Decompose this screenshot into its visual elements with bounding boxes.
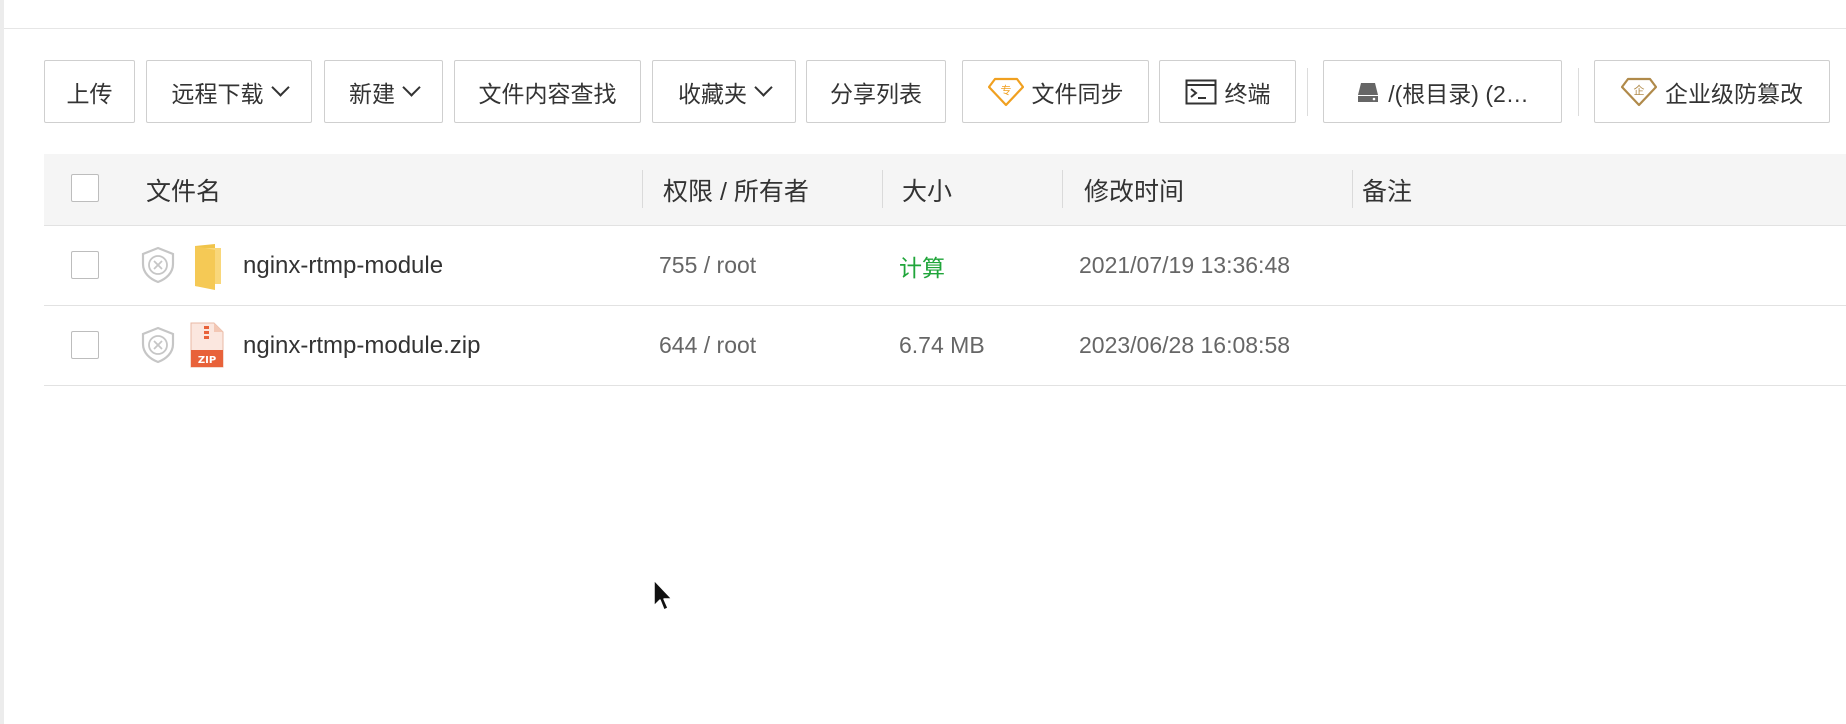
file-sync-button[interactable]: 专 文件同步: [962, 60, 1149, 123]
upload-label: 上传: [66, 80, 113, 107]
left-border: [0, 0, 4, 724]
pro-badge-text: 专: [1000, 83, 1011, 97]
top-divider: [4, 28, 1846, 29]
toolbar-divider: [1578, 68, 1579, 116]
disk-label: /(根目录) (2…: [1388, 80, 1529, 107]
mouse-cursor-icon: [652, 578, 676, 619]
file-perm-owner[interactable]: 644 / root: [659, 306, 756, 385]
share-list-button[interactable]: 分享列表: [806, 60, 946, 123]
file-table: 文件名 权限 / 所有者 大小 修改时间 备注 nginx-rtmp-modul…: [44, 154, 1846, 386]
new-button[interactable]: 新建: [324, 60, 443, 123]
select-all-checkbox[interactable]: [71, 174, 99, 202]
shield-unprotected-icon[interactable]: [140, 326, 176, 369]
chevron-down-icon: [270, 78, 290, 97]
column-header-remark: 备注: [1362, 177, 1413, 206]
file-size-calc-link[interactable]: 计算: [899, 226, 945, 305]
shield-unprotected-icon[interactable]: [140, 246, 176, 289]
new-label: 新建: [349, 80, 395, 107]
terminal-button[interactable]: 终端: [1159, 60, 1296, 123]
table-row[interactable]: nginx-rtmp-module 755 / root 计算 2021/07/…: [44, 226, 1846, 306]
file-size: 6.74 MB: [899, 332, 985, 358]
favorites-button[interactable]: 收藏夹: [652, 60, 796, 123]
file-perm-owner[interactable]: 755 / root: [659, 226, 756, 305]
favorites-label: 收藏夹: [678, 80, 747, 107]
disk-icon: [1356, 80, 1380, 104]
content-search-button[interactable]: 文件内容查找: [454, 60, 641, 123]
zip-icon-label: ZIP: [198, 355, 216, 366]
share-list-label: 分享列表: [830, 80, 922, 107]
remote-download-label: 远程下载: [171, 80, 264, 107]
content-search-label: 文件内容查找: [478, 80, 617, 107]
file-mtime: 2021/07/19 13:36:48: [1079, 252, 1291, 278]
tamper-proof-button[interactable]: 企 企业级防篡改: [1594, 60, 1830, 123]
tamper-proof-label: 企业级防篡改: [1665, 80, 1803, 107]
column-header-name[interactable]: 文件名: [146, 154, 221, 225]
table-header: 文件名 权限 / 所有者 大小 修改时间 备注: [44, 154, 1846, 226]
column-divider: [1062, 170, 1063, 208]
column-header-mtime[interactable]: 修改时间: [1084, 154, 1184, 225]
terminal-label: 终端: [1224, 80, 1271, 107]
chevron-down-icon: [402, 78, 421, 97]
row-checkbox[interactable]: [71, 331, 99, 359]
column-divider: [642, 170, 643, 208]
table-row[interactable]: ZIP nginx-rtmp-module.zip 644 / root 6.7…: [44, 306, 1846, 386]
column-header-size[interactable]: 大小: [902, 154, 952, 225]
file-sync-label: 文件同步: [1031, 80, 1124, 107]
toolbar-divider: [1307, 68, 1308, 116]
upload-button[interactable]: 上传: [44, 60, 135, 123]
enterprise-diamond-icon: 企: [1621, 77, 1657, 107]
column-header-perm[interactable]: 权限 / 所有者: [663, 154, 809, 225]
file-mtime: 2023/06/28 16:08:58: [1079, 332, 1291, 358]
file-name[interactable]: nginx-rtmp-module: [243, 226, 443, 305]
row-checkbox[interactable]: [71, 251, 99, 279]
terminal-icon: [1185, 79, 1217, 105]
file-name[interactable]: nginx-rtmp-module.zip: [243, 306, 480, 385]
pro-diamond-icon: 专: [987, 77, 1024, 107]
column-divider: [1352, 170, 1353, 208]
folder-icon: [189, 242, 225, 295]
disk-select-button[interactable]: /(根目录) (2…: [1323, 60, 1562, 123]
remote-download-button[interactable]: 远程下载: [146, 60, 312, 123]
chevron-down-icon: [754, 78, 773, 97]
column-divider: [882, 170, 883, 208]
zip-file-icon: ZIP: [190, 322, 224, 373]
enterprise-badge-text: 企: [1634, 83, 1645, 97]
